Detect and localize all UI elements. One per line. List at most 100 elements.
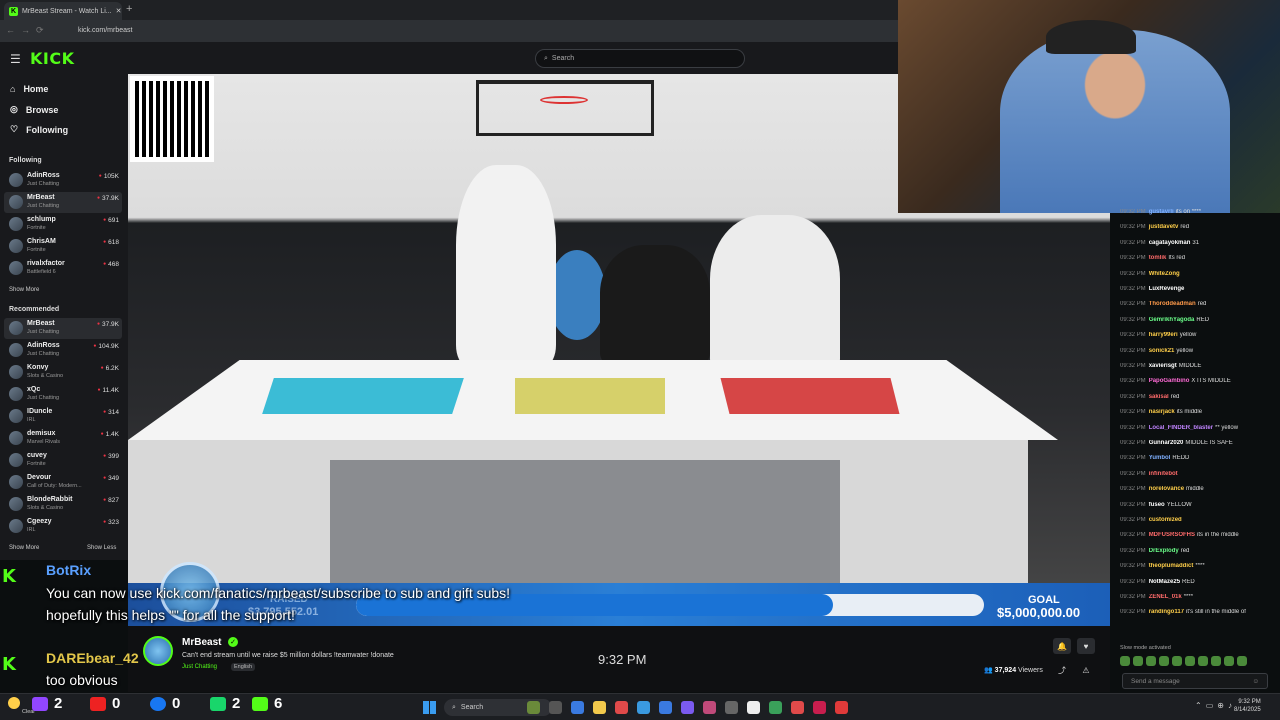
chat-username[interactable]: fuseo xyxy=(1149,502,1165,508)
sidebar-channel[interactable]: schlump Fortnite 691 xyxy=(4,214,122,235)
chat-username[interactable]: xavierisgt xyxy=(1149,363,1177,369)
chat-message[interactable]: 09:32 PM norelovance middle xyxy=(1120,486,1270,492)
chat-message[interactable]: 09:32 PM GemrikhYagoda RED xyxy=(1120,317,1270,323)
taskbar-app-icon[interactable] xyxy=(681,701,694,714)
sidebar-channel[interactable]: Konvy Slots & Casino 6.2K xyxy=(4,362,122,383)
chat-message[interactable]: 09:32 PM harry99eri yellow xyxy=(1120,332,1270,338)
menu-icon[interactable]: ☰ xyxy=(10,52,21,66)
chat-message[interactable]: 09:32 PM gustavrli its on **** xyxy=(1120,209,1270,215)
sidebar-channel[interactable]: MrBeast Just Chatting 37.9K xyxy=(4,318,122,339)
sidebar-channel[interactable]: ChrisAM Fortnite 618 xyxy=(4,236,122,257)
stream-category[interactable]: Just Chatting xyxy=(182,664,217,670)
chat-message[interactable]: 09:32 PM ZENEL_01k **** xyxy=(1120,594,1270,600)
address-bar[interactable] xyxy=(0,20,898,42)
taskbar-app-icon[interactable] xyxy=(747,701,760,714)
emoji-icon[interactable]: ☺ xyxy=(1252,678,1259,685)
taskbar-app-icon[interactable] xyxy=(791,701,804,714)
emote-bar[interactable] xyxy=(1120,656,1270,668)
chat-username[interactable]: tomlik xyxy=(1149,255,1167,261)
sidebar-channel[interactable]: Devour Call of Duty: Modern... 349 xyxy=(4,472,122,493)
report-icon[interactable]: ⚠ xyxy=(1077,662,1095,678)
emote-icon[interactable] xyxy=(1146,656,1156,666)
windows-start-icon[interactable] xyxy=(423,701,436,714)
chat-message[interactable]: 09:32 PM NotMaze25 RED xyxy=(1120,579,1270,585)
taskbar-app-icon[interactable] xyxy=(725,701,738,714)
chat-message[interactable]: 09:32 PM Thoroddeadman red xyxy=(1120,301,1270,307)
chat-username[interactable]: customized xyxy=(1149,517,1182,523)
show-more-recommended[interactable]: Show More xyxy=(9,545,39,551)
browser-tab[interactable]: K MrBeast Stream - Watch Li... ✕ xyxy=(4,2,122,20)
sidebar-channel[interactable]: IDuncle IRL 314 xyxy=(4,406,122,427)
emote-icon[interactable] xyxy=(1211,656,1221,666)
sidebar-nav-following[interactable]: ♡ Following xyxy=(10,124,68,135)
chat-username[interactable]: sakisal xyxy=(1149,394,1169,400)
system-tray-icons[interactable]: ⌃▭⊕♪ xyxy=(1195,701,1236,710)
taskbar-app-icon[interactable] xyxy=(571,701,584,714)
sidebar-channel[interactable]: xQc Just Chatting 11.4K xyxy=(4,384,122,405)
sidebar-channel[interactable]: demisux Marvel Rivals 1.4K xyxy=(4,428,122,449)
chat-username[interactable]: Yumbol xyxy=(1149,455,1171,461)
chat-message[interactable]: 09:32 PM fuseo YELLOW xyxy=(1120,502,1270,508)
emote-icon[interactable] xyxy=(1198,656,1208,666)
chat-username[interactable]: harry99eri xyxy=(1149,332,1178,338)
taskbar-app-icon[interactable] xyxy=(615,701,628,714)
emote-icon[interactable] xyxy=(1172,656,1182,666)
channel-name[interactable]: MrBeast xyxy=(182,637,221,648)
taskbar-app-icon[interactable] xyxy=(549,701,562,714)
sidebar-channel[interactable]: AdinRoss Just Chatting 105K xyxy=(4,170,122,191)
chat-username[interactable]: GemrikhYagoda xyxy=(1149,317,1195,323)
taskbar-clock[interactable]: 9:32 PM 8/14/2025 xyxy=(1234,698,1261,714)
emote-icon[interactable] xyxy=(1224,656,1234,666)
sidebar-channel[interactable]: MrBeast Just Chatting 37.9K xyxy=(4,192,122,213)
notification-bell-icon[interactable]: 🔔 xyxy=(1053,638,1071,654)
chat-message[interactable]: 09:32 PM xavierisgt MIDDLE xyxy=(1120,363,1270,369)
chat-message[interactable]: 09:32 PM nasirjack its middle xyxy=(1120,409,1270,415)
chat-message[interactable]: 09:32 PM justdavetv red xyxy=(1120,224,1270,230)
chat-username[interactable]: WhiteZong xyxy=(1149,271,1180,277)
chat-input[interactable]: Send a message ☺ xyxy=(1122,673,1268,689)
chat-username[interactable]: DrExplody xyxy=(1149,548,1179,554)
chat-username[interactable]: Thoroddeadman xyxy=(1149,301,1196,307)
taskbar-app-icon[interactable] xyxy=(527,701,540,714)
kick-logo[interactable]: KICK xyxy=(30,49,75,68)
chat-username[interactable]: cagatayokman xyxy=(1149,240,1191,246)
taskbar-app-icon[interactable] xyxy=(769,701,782,714)
chat-username[interactable]: Gunnar2020 xyxy=(1149,440,1184,446)
chat-message[interactable]: 09:32 PM infinitebot xyxy=(1120,471,1270,477)
chat-message[interactable]: 09:32 PM PapoGambino X ITS MIDDLE xyxy=(1120,378,1270,384)
follow-heart-icon[interactable]: ♥ xyxy=(1077,638,1095,654)
chat-message[interactable]: 09:32 PM sakisal red xyxy=(1120,394,1270,400)
sidebar-channel[interactable]: Cgeezy IRL 323 xyxy=(4,516,122,537)
chat-username[interactable]: Local_FINDER_blaster xyxy=(1149,425,1213,431)
chat-username[interactable]: LuxRevenge xyxy=(1149,286,1185,292)
chat-message[interactable]: 09:32 PM randingo117 it's still in the mid… xyxy=(1120,609,1270,615)
chat-username[interactable]: MDFUSRSOFHS xyxy=(1149,532,1195,538)
chat-username[interactable]: ZENEL_01k xyxy=(1149,594,1182,600)
chat-username[interactable]: sonick21 xyxy=(1149,348,1175,354)
chat-username[interactable]: infinitebot xyxy=(1149,471,1178,477)
weather-icon[interactable] xyxy=(8,697,20,709)
taskbar-app-icon[interactable] xyxy=(637,701,650,714)
sidebar-nav-browse[interactable]: ◎ Browse xyxy=(10,104,58,115)
taskbar-app-icon[interactable] xyxy=(659,701,672,714)
chat-username[interactable]: gustavrli xyxy=(1149,209,1174,215)
chat-message[interactable]: 09:32 PM theoplumaddict **** xyxy=(1120,563,1270,569)
show-less-button[interactable]: Show Less xyxy=(87,545,116,551)
chat-username[interactable]: justdavetv xyxy=(1149,224,1179,230)
show-more-following[interactable]: Show More xyxy=(9,287,39,293)
emote-icon[interactable] xyxy=(1133,656,1143,666)
url-text[interactable]: kick.com/mrbeast xyxy=(78,27,132,34)
taskbar-app-icon[interactable] xyxy=(703,701,716,714)
taskbar-app-icon[interactable] xyxy=(835,701,848,714)
chat-message[interactable]: 09:32 PM MDFUSRSOFHS its in the middle xyxy=(1120,532,1270,538)
chat-message[interactable]: 09:32 PM customized xyxy=(1120,517,1270,523)
sidebar-channel[interactable]: cuvey Fortnite 399 xyxy=(4,450,122,471)
emote-icon[interactable] xyxy=(1185,656,1195,666)
chat-message[interactable]: 09:32 PM LuxRevenge xyxy=(1120,286,1270,292)
chat-message[interactable]: 09:32 PM tomlik Its red xyxy=(1120,255,1270,261)
chat-username[interactable]: PapoGambino xyxy=(1149,378,1190,384)
emote-icon[interactable] xyxy=(1237,656,1247,666)
taskbar-app-icon[interactable] xyxy=(813,701,826,714)
emote-icon[interactable] xyxy=(1120,656,1130,666)
chat-message[interactable]: 09:32 PM Local_FINDER_blaster ** yellow xyxy=(1120,425,1270,431)
